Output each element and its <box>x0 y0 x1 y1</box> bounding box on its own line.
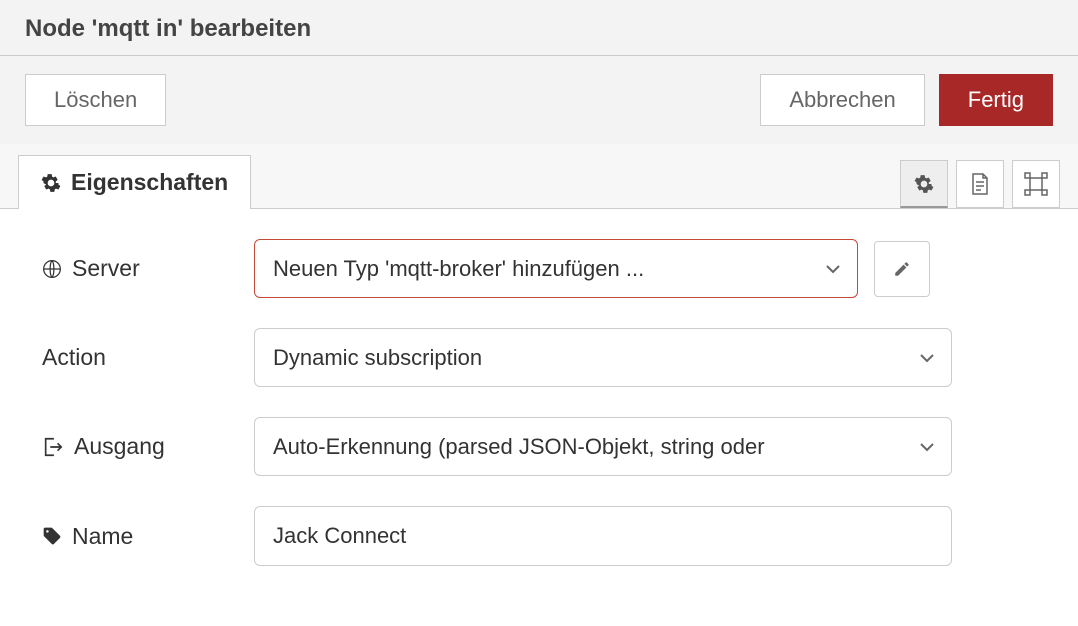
server-label-text: Server <box>72 255 140 282</box>
properties-form: Server Neuen Typ 'mqtt-broker' hinzufüge… <box>0 209 1078 626</box>
output-select[interactable]: Auto-Erkennung (parsed JSON-Objekt, stri… <box>254 417 952 476</box>
output-row: Ausgang Auto-Erkennung (parsed JSON-Obje… <box>42 417 1053 476</box>
server-row: Server Neuen Typ 'mqtt-broker' hinzufüge… <box>42 239 1053 298</box>
action-row: Action Dynamic subscription <box>42 328 1053 387</box>
output-icon <box>42 437 64 457</box>
tab-properties-label: Eigenschaften <box>71 169 228 196</box>
name-input[interactable] <box>254 506 952 566</box>
button-bar: Löschen Abbrechen Fertig <box>0 56 1078 145</box>
appearance-icon-button[interactable] <box>1012 160 1060 208</box>
globe-icon <box>42 259 62 279</box>
bounding-box-icon <box>1024 172 1048 196</box>
settings-icon-button[interactable] <box>900 160 948 208</box>
docs-icon-button[interactable] <box>956 160 1004 208</box>
server-select[interactable]: Neuen Typ 'mqtt-broker' hinzufügen ... <box>254 239 858 298</box>
dialog-title: Node 'mqtt in' bearbeiten <box>25 15 1053 43</box>
delete-button[interactable]: Löschen <box>25 74 166 126</box>
output-label-text: Ausgang <box>74 433 165 460</box>
name-label: Name <box>42 523 254 550</box>
tab-bar: Eigenschaften <box>0 144 1078 209</box>
name-label-text: Name <box>72 523 133 550</box>
dialog-header: Node 'mqtt in' bearbeiten <box>0 0 1078 56</box>
edit-server-button[interactable] <box>874 241 930 297</box>
action-label: Action <box>42 344 254 371</box>
done-button[interactable]: Fertig <box>939 74 1053 126</box>
document-icon <box>970 173 990 195</box>
tab-properties[interactable]: Eigenschaften <box>18 155 251 209</box>
gear-icon <box>914 174 934 194</box>
gear-icon <box>41 173 61 193</box>
action-label-text: Action <box>42 344 106 371</box>
pencil-icon <box>893 260 911 278</box>
output-label: Ausgang <box>42 433 254 460</box>
tag-icon <box>42 526 62 546</box>
cancel-button[interactable]: Abbrechen <box>760 74 924 126</box>
name-row: Name <box>42 506 1053 566</box>
server-label: Server <box>42 255 254 282</box>
action-select[interactable]: Dynamic subscription <box>254 328 952 387</box>
